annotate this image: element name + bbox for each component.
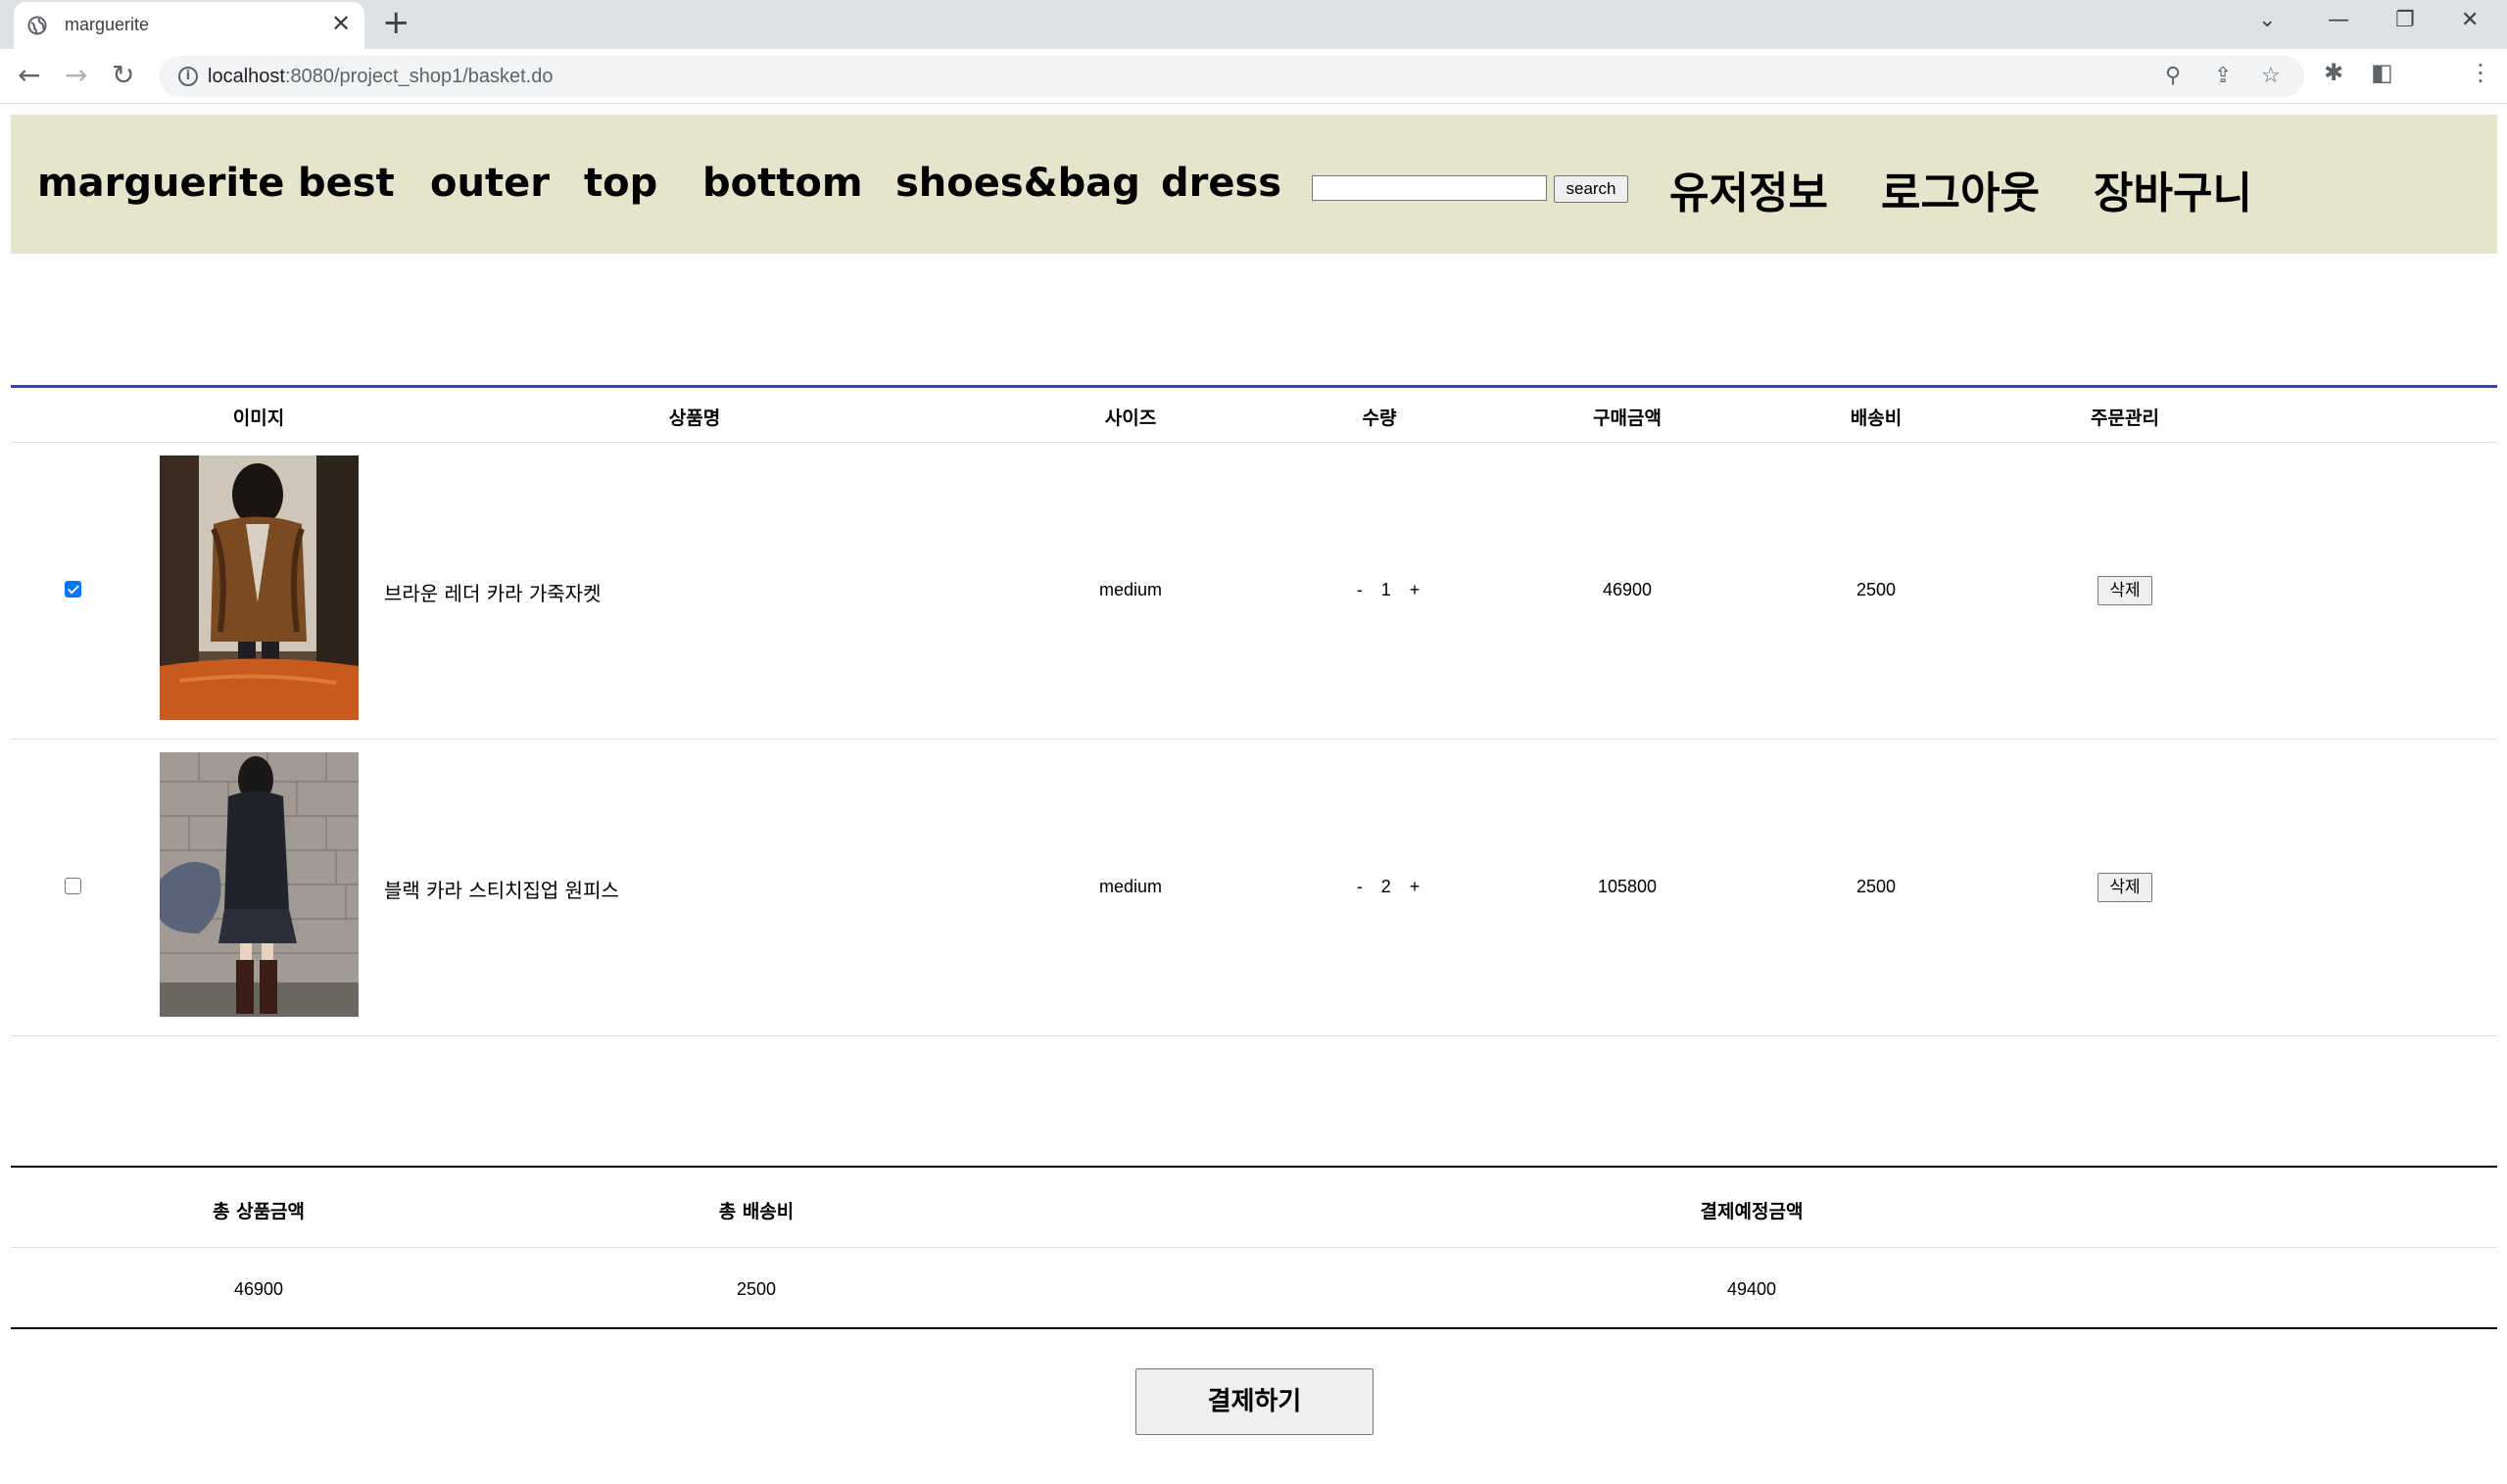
expected-payment-value: 49400: [1726, 1279, 1777, 1299]
item-select-checkbox[interactable]: [65, 878, 81, 894]
expected-payment-label: 결제예정금액: [1700, 1201, 1804, 1222]
product-name[interactable]: 브라운 레더 카라 가죽자켓: [384, 578, 601, 606]
qty-decrement-button[interactable]: -: [1357, 877, 1363, 897]
tab-title: marguerite: [65, 15, 150, 34]
checkout-button[interactable]: 결제하기: [1135, 1368, 1374, 1435]
column-header: 수량: [1362, 407, 1397, 429]
nav-logout[interactable]: 로그아웃: [1881, 158, 2040, 220]
nav-user-info[interactable]: 유저정보: [1669, 158, 1828, 220]
quantity-stepper: - 1 +: [1357, 580, 1421, 600]
browser-tab[interactable]: marguerite ✕: [14, 2, 364, 49]
basket-table: 이미지 상품명 사이즈 수량 구매금액 배송비 주문관리 브라운 레더 카라 가…: [11, 385, 2497, 1036]
delete-button[interactable]: 삭제: [2097, 576, 2152, 605]
nav-top[interactable]: top: [584, 161, 657, 206]
column-header: 이미지: [232, 407, 285, 429]
window-close-icon[interactable]: ✕: [2461, 8, 2479, 32]
side-panel-icon[interactable]: ◧: [2371, 59, 2393, 86]
order-summary: 총 상품금액 총 배송비 결제예정금액 46900 2500 49400: [11, 1166, 2497, 1329]
qty-decrement-button[interactable]: -: [1357, 580, 1363, 600]
nav-cart[interactable]: 장바구니: [2094, 158, 2252, 220]
browser-tabbar: marguerite ✕ + ⌄ — ❐ ✕: [0, 0, 2507, 49]
forward-icon[interactable]: →: [65, 59, 87, 92]
address-bar[interactable]: i localhost:8080/project_shop1/basket.do…: [159, 56, 2304, 97]
qty-value: 1: [1380, 580, 1391, 599]
column-header: 배송비: [1850, 407, 1903, 429]
nav-shoes-bag[interactable]: shoes&bag: [895, 161, 1140, 206]
column-header: 사이즈: [1104, 407, 1157, 429]
shipping-fee: 2500: [1856, 877, 1897, 896]
site-header: marguerite best outer top bottom shoes&b…: [11, 115, 2497, 254]
minimize-icon[interactable]: —: [2328, 8, 2349, 32]
product-name[interactable]: 블랙 카라 스티치집업 원피스: [384, 875, 619, 903]
delete-button[interactable]: 삭제: [2097, 873, 2152, 902]
qty-increment-button[interactable]: +: [1410, 877, 1421, 897]
summary-divider: [11, 1247, 2497, 1248]
table-row: 브라운 레더 카라 가죽자켓 medium - 1 + 46900 2500 삭…: [11, 443, 2497, 740]
total-products-label: 총 상품금액: [212, 1201, 306, 1222]
total-products-value: 46900: [233, 1279, 284, 1299]
site-info-icon[interactable]: i: [178, 67, 198, 86]
column-header: 상품명: [668, 407, 721, 429]
url-text[interactable]: localhost:8080/project_shop1/basket.do: [208, 66, 553, 88]
back-icon[interactable]: ←: [18, 59, 40, 92]
globe-icon: [27, 16, 47, 35]
tab-search-chevron-icon[interactable]: ⌄: [2258, 8, 2276, 32]
table-row: 블랙 카라 스티치집업 원피스 medium - 2 + 105800 2500…: [11, 740, 2497, 1036]
product-image[interactable]: [160, 752, 359, 1017]
nav-bottom[interactable]: bottom: [702, 161, 863, 206]
share-icon[interactable]: ⇪: [2214, 64, 2232, 88]
brand-logo-link[interactable]: marguerite: [37, 161, 284, 206]
product-size: medium: [1098, 877, 1163, 896]
reload-icon[interactable]: ↻: [112, 59, 134, 92]
column-header: 주문관리: [2091, 407, 2159, 429]
search-button[interactable]: search: [1554, 175, 1628, 203]
qty-increment-button[interactable]: +: [1410, 580, 1421, 600]
table-header-row: 이미지 상품명 사이즈 수량 구매금액 배송비 주문관리: [11, 388, 2497, 443]
nav-dress[interactable]: dress: [1161, 161, 1281, 206]
restore-icon[interactable]: ❐: [2395, 8, 2415, 32]
nav-best[interactable]: best: [298, 161, 395, 206]
product-price: 105800: [1597, 877, 1658, 896]
product-photo-jacket: [160, 455, 359, 720]
product-image[interactable]: [160, 455, 359, 720]
product-size: medium: [1098, 580, 1163, 599]
product-photo-dress: [160, 752, 359, 1017]
quantity-stepper: - 2 +: [1357, 877, 1421, 897]
nav-outer[interactable]: outer: [430, 161, 550, 206]
column-header: 구매금액: [1593, 407, 1662, 429]
shipping-fee: 2500: [1856, 580, 1897, 599]
item-select-checkbox[interactable]: [65, 581, 81, 598]
total-shipping-value: 2500: [736, 1279, 777, 1299]
tab-close-icon[interactable]: ✕: [331, 12, 351, 35]
new-tab-icon[interactable]: +: [382, 6, 410, 39]
search-input[interactable]: [1312, 175, 1547, 201]
extensions-icon[interactable]: ✱: [2324, 59, 2343, 86]
bookmark-star-icon[interactable]: ☆: [2261, 64, 2281, 88]
menu-icon[interactable]: ⋮: [2469, 59, 2492, 86]
qty-value: 2: [1380, 877, 1391, 896]
browser-toolbar: ← → ↻ i localhost:8080/project_shop1/bas…: [0, 49, 2507, 104]
total-shipping-label: 총 배송비: [718, 1201, 795, 1222]
zoom-icon[interactable]: ⚲: [2165, 64, 2181, 88]
product-price: 46900: [1602, 580, 1653, 599]
